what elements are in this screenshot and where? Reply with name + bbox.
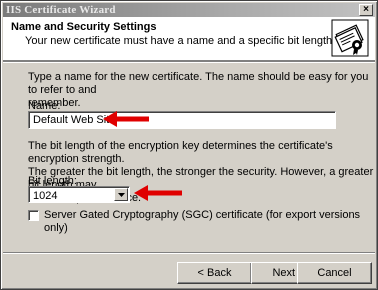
dropdown-button[interactable] — [114, 188, 128, 201]
cancel-button[interactable]: Cancel — [297, 262, 372, 284]
wizard-header: Name and Security Settings Your new cert… — [3, 17, 375, 61]
bit-length-value: 1024 — [33, 190, 58, 202]
intro-text-line: remember. — [28, 97, 81, 109]
intro-text-line: Type a name for the new certificate. The… — [28, 71, 369, 96]
intro-text: Type a name for the new certificate. The… — [28, 71, 377, 110]
header-divider — [3, 61, 375, 63]
page-subheading: Your new certificate must have a name an… — [25, 35, 336, 47]
back-button[interactable]: < Back — [177, 262, 252, 284]
footer-divider — [3, 252, 375, 254]
annotation-arrow — [103, 111, 149, 127]
page-heading: Name and Security Settings — [11, 21, 157, 33]
chevron-down-icon — [118, 193, 125, 197]
name-input[interactable] — [28, 111, 336, 129]
window-title: IIS Certificate Wizard — [6, 4, 116, 16]
annotation-arrow — [134, 185, 182, 201]
bit-length-description-line: The bit length of the encryption key det… — [28, 140, 333, 165]
title-bar[interactable]: IIS Certificate Wizard × — [3, 3, 375, 17]
wizard-window: IIS Certificate Wizard × Name and Securi… — [0, 0, 378, 290]
close-button[interactable]: × — [359, 4, 373, 16]
bit-length-select[interactable]: 1024 — [28, 186, 130, 203]
sgc-checkbox-label[interactable]: Server Gated Cryptography (SGC) certific… — [44, 209, 377, 235]
certificate-icon — [331, 19, 369, 57]
sgc-checkbox[interactable] — [28, 210, 39, 221]
